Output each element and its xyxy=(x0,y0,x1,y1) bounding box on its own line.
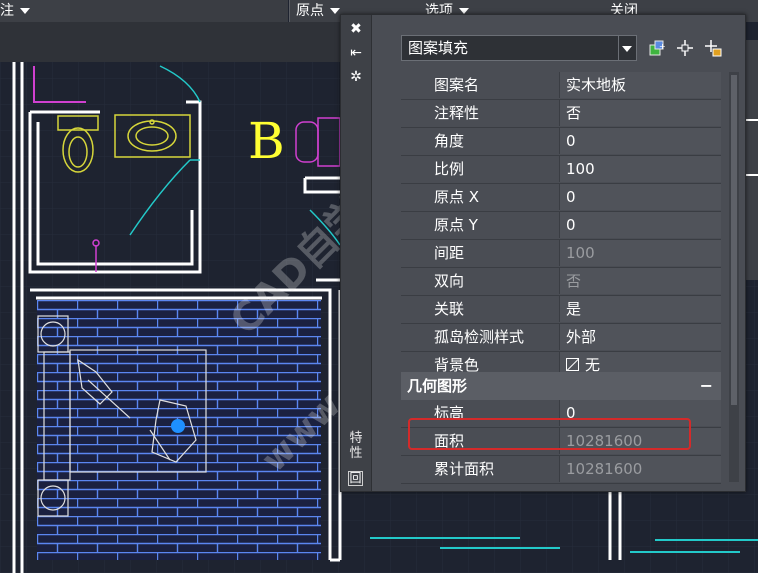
property-label: 角度 xyxy=(401,128,557,154)
property-label: 孤岛检测样式 xyxy=(401,324,557,350)
property-row[interactable]: 角度 0 xyxy=(401,128,721,156)
area-highlight-box xyxy=(408,418,691,450)
property-value[interactable]: 0 xyxy=(559,212,721,238)
property-label: 原点 Y xyxy=(401,212,557,238)
toolbar-item-left[interactable]: 注 xyxy=(0,0,70,22)
property-row[interactable]: 图案名 实木地板 xyxy=(401,72,721,100)
palette-title: 特性 xyxy=(349,431,363,461)
property-row[interactable]: 双向否 xyxy=(401,268,721,296)
object-type-select[interactable]: 图案填充 xyxy=(401,35,619,61)
property-value[interactable]: 是 xyxy=(559,296,721,322)
collapse-icon[interactable]: − xyxy=(700,372,713,400)
property-value: 否 xyxy=(559,268,721,294)
property-row[interactable]: 注释性否 xyxy=(401,100,721,128)
property-value[interactable]: 否 xyxy=(559,100,721,126)
no-color-swatch-icon xyxy=(566,358,579,371)
quick-select-icon[interactable] xyxy=(703,38,723,58)
chevron-down-icon[interactable] xyxy=(619,35,637,61)
palette-menu-icon[interactable]: 回 xyxy=(348,471,363,486)
origin-dropdown[interactable]: 原点 xyxy=(289,0,347,22)
property-label: 累计面积 xyxy=(401,456,557,482)
toolbar-spacer xyxy=(70,0,288,22)
property-label: 图案名 xyxy=(401,72,557,98)
property-row[interactable]: 原点 Y0 xyxy=(401,212,721,240)
settings-icon[interactable]: ✲ xyxy=(348,69,364,85)
palette-title-bar[interactable]: ✖ ⇤ ✲ 特性 回 xyxy=(341,15,372,491)
toggle-pickadd-icon[interactable]: + xyxy=(647,38,667,58)
property-value: 100 xyxy=(559,240,721,266)
property-label: 间距 xyxy=(401,240,557,266)
property-row[interactable]: 原点 X0 xyxy=(401,184,721,212)
property-row[interactable]: 比例 100 xyxy=(401,156,721,184)
svg-text:+: + xyxy=(659,42,666,51)
auto-hide-icon[interactable]: ⇤ xyxy=(348,45,364,61)
property-label: 注释性 xyxy=(401,100,557,126)
property-row[interactable]: 关联是 xyxy=(401,296,721,324)
property-value[interactable]: 外部 xyxy=(559,324,721,350)
palette-scroll-thumb[interactable] xyxy=(731,75,737,405)
chevron-down-icon xyxy=(20,8,30,14)
property-value: 10281600 xyxy=(559,456,721,482)
property-value[interactable]: 0 xyxy=(559,184,721,210)
property-label: 双向 xyxy=(401,268,557,294)
property-label: 关联 xyxy=(401,296,557,322)
property-value[interactable]: 0 xyxy=(559,128,721,154)
cad-workspace: B 注 原点 选项 关闭 CAD自学网 w xyxy=(0,0,758,573)
close-icon[interactable]: ✖ xyxy=(348,21,364,37)
grip-point[interactable] xyxy=(171,419,185,433)
chevron-down-icon xyxy=(330,8,340,14)
property-value[interactable]: 实木地板 xyxy=(559,72,721,98)
property-row[interactable]: 间距 100 xyxy=(401,240,721,268)
property-label: 比例 xyxy=(401,156,557,182)
pattern-properties-grid: 图案名 实木地板 注释性否角度 0 比例 100 原点 X 0 原点 Y 0 间距 100 双向否关联是… xyxy=(401,72,721,380)
room-label-b: B xyxy=(248,112,285,170)
property-value[interactable]: 100 xyxy=(559,156,721,182)
property-row[interactable]: 孤岛检测样式 外部 xyxy=(401,324,721,352)
geometry-section-header[interactable]: 几何图形 − xyxy=(401,372,721,400)
property-label: 原点 X xyxy=(401,184,557,210)
property-row[interactable]: 累计面积 10281600 xyxy=(401,456,721,484)
select-objects-icon[interactable] xyxy=(675,38,695,58)
